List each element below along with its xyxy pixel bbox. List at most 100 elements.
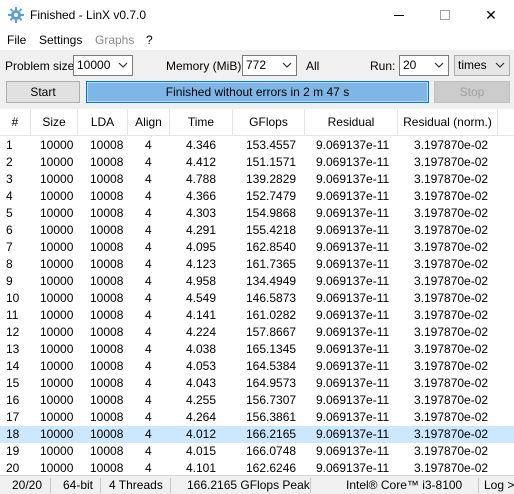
column-header-align[interactable]: Align xyxy=(128,109,170,136)
cell-align: 4 xyxy=(145,155,152,169)
column-header-size[interactable]: Size xyxy=(31,109,78,136)
close-button[interactable]: ✕ xyxy=(468,0,514,30)
cell-time: 4.346 xyxy=(186,138,217,152)
cell-lda: 10008 xyxy=(90,189,124,203)
log-button[interactable]: Log > xyxy=(484,476,514,494)
cell-residual-norm: 3.197870e-02 xyxy=(414,325,489,339)
start-button[interactable]: Start xyxy=(6,81,80,103)
cell-lda: 10008 xyxy=(90,291,124,305)
run-unit-select[interactable]: times xyxy=(454,55,510,76)
cell-index: 17 xyxy=(6,410,20,424)
table-row[interactable]: 16 10000 10008 4 4.255 156.7307 9.069137e-11 3.… xyxy=(0,392,514,409)
cell-size: 10000 xyxy=(40,291,74,305)
table-row[interactable]: 8 10000 10008 4 4.123 161.7365 9.069137e-11 3.1… xyxy=(0,256,514,273)
cell-time: 4.958 xyxy=(186,274,217,288)
progress-bar: Finished without errors in 2 m 47 s xyxy=(86,81,429,103)
cell-size: 10000 xyxy=(40,410,74,424)
table-row[interactable]: 1 10000 10008 4 4.346 153.4557 9.069137e-11 3.1… xyxy=(0,137,514,154)
maximize-button[interactable] xyxy=(422,0,468,30)
run-label: Run: xyxy=(370,59,396,73)
minimize-button[interactable] xyxy=(376,0,422,30)
table-row[interactable]: 12 10000 10008 4 4.224 157.8667 9.069137e-11 3.… xyxy=(0,324,514,341)
cell-size: 10000 xyxy=(40,257,74,271)
column-header-index[interactable]: # xyxy=(0,109,31,136)
cell-gflops: 146.5873 xyxy=(246,291,297,305)
table-row[interactable]: 13 10000 10008 4 4.038 165.1345 9.069137e-11 3.… xyxy=(0,341,514,358)
cell-size: 10000 xyxy=(40,223,74,237)
cell-size: 10000 xyxy=(40,189,74,203)
table-row[interactable]: 15 10000 10008 4 4.043 164.9573 9.069137e-11 3.… xyxy=(0,375,514,392)
table-row[interactable]: 14 10000 10008 4 4.053 164.5384 9.069137e-11 3.… xyxy=(0,358,514,375)
problem-size-label: Problem size: xyxy=(5,59,78,73)
table-row[interactable]: 7 10000 10008 4 4.095 162.8540 9.069137e-11 3.1… xyxy=(0,239,514,256)
cell-gflops: 139.2829 xyxy=(246,172,297,186)
cell-index: 12 xyxy=(6,325,20,339)
table-row[interactable]: 20 10000 10008 4 4.101 162.6246 9.069137e-11 3.… xyxy=(0,460,514,475)
table-row[interactable]: 10 10000 10008 4 4.549 146.5873 9.069137e-11 3.… xyxy=(0,290,514,307)
cell-gflops: 162.8540 xyxy=(246,240,297,254)
cell-residual-norm: 3.197870e-02 xyxy=(414,359,489,373)
cell-residual: 9.069137e-11 xyxy=(316,376,390,390)
cell-residual-norm: 3.197870e-02 xyxy=(414,240,489,254)
stop-button[interactable]: Stop xyxy=(434,81,510,103)
cell-size: 10000 xyxy=(40,274,74,288)
column-header-time[interactable]: Time xyxy=(170,109,233,136)
cell-residual-norm: 3.197870e-02 xyxy=(414,257,489,271)
cell-residual: 9.069137e-11 xyxy=(316,393,390,407)
table-row[interactable]: 6 10000 10008 4 4.291 155.4218 9.069137e-11 3.1… xyxy=(0,222,514,239)
maximize-icon xyxy=(440,10,450,20)
cell-size: 10000 xyxy=(40,342,74,356)
cell-index: 1 xyxy=(6,138,13,152)
column-header-residual-norm[interactable]: Residual (norm.) xyxy=(398,109,498,136)
cell-index: 6 xyxy=(6,223,13,237)
cell-gflops: 161.0282 xyxy=(246,308,297,322)
status-peak: 166.2165 GFlops Peak xyxy=(187,478,310,492)
table-row[interactable]: 2 10000 10008 4 4.412 151.1571 9.069137e-11 3.1… xyxy=(0,154,514,171)
cell-time: 4.053 xyxy=(186,359,217,373)
menu-settings[interactable]: Settings xyxy=(39,33,82,47)
run-count-select[interactable]: 20 xyxy=(399,55,449,76)
cell-time: 4.224 xyxy=(186,325,217,339)
memory-all-button[interactable]: All xyxy=(306,59,319,73)
cell-residual: 9.069137e-11 xyxy=(316,410,390,424)
cell-time: 4.788 xyxy=(186,172,217,186)
cell-size: 10000 xyxy=(40,155,74,169)
menu-file[interactable]: File xyxy=(7,33,26,47)
cell-residual: 9.069137e-11 xyxy=(316,240,390,254)
cell-size: 10000 xyxy=(40,172,74,186)
table-row[interactable]: 3 10000 10008 4 4.788 139.2829 9.069137e-11 3.1… xyxy=(0,171,514,188)
table-row[interactable]: 18 10000 10008 4 4.012 166.2165 9.069137e-11 3.… xyxy=(0,426,514,443)
table-row[interactable]: 11 10000 10008 4 4.141 161.0282 9.069137e-11 3.… xyxy=(0,307,514,324)
cell-lda: 10008 xyxy=(90,308,124,322)
status-bar: 20/20 64-bit 4 Threads 166.2165 GFlops P… xyxy=(0,475,514,494)
column-header-residual[interactable]: Residual xyxy=(305,109,398,136)
cell-align: 4 xyxy=(145,325,152,339)
menu-graphs[interactable]: Graphs xyxy=(95,33,134,47)
cell-residual-norm: 3.197870e-02 xyxy=(414,138,489,152)
cell-lda: 10008 xyxy=(90,376,124,390)
column-header-lda[interactable]: LDA xyxy=(78,109,128,136)
table-row[interactable]: 17 10000 10008 4 4.264 156.3861 9.069137e-11 3.… xyxy=(0,409,514,426)
table-row[interactable]: 4 10000 10008 4 4.366 152.7479 9.069137e-11 3.1… xyxy=(0,188,514,205)
cell-time: 4.366 xyxy=(186,189,217,203)
cell-residual: 9.069137e-11 xyxy=(316,223,390,237)
column-header-gflops[interactable]: GFlops xyxy=(233,109,305,136)
cell-residual: 9.069137e-11 xyxy=(316,189,390,203)
cell-index: 4 xyxy=(6,189,13,203)
cell-index: 16 xyxy=(6,393,20,407)
menu-help[interactable]: ? xyxy=(146,33,153,47)
cell-residual: 9.069137e-11 xyxy=(316,257,390,271)
cell-gflops: 166.0748 xyxy=(246,444,297,458)
cell-size: 10000 xyxy=(40,325,74,339)
cell-time: 4.123 xyxy=(186,257,217,271)
table-row[interactable]: 19 10000 10008 4 4.015 166.0748 9.069137e-11 3.… xyxy=(0,443,514,460)
problem-size-select[interactable]: 10000 xyxy=(73,55,133,76)
table-row[interactable]: 5 10000 10008 4 4.303 154.9868 9.069137e-11 3.1… xyxy=(0,205,514,222)
cell-residual: 9.069137e-11 xyxy=(316,206,390,220)
table-row[interactable]: 9 10000 10008 4 4.958 134.4949 9.069137e-11 3.1… xyxy=(0,273,514,290)
chevron-down-icon xyxy=(282,62,292,68)
cell-lda: 10008 xyxy=(90,410,124,424)
cell-lda: 10008 xyxy=(90,325,124,339)
cell-residual: 9.069137e-11 xyxy=(316,291,390,305)
memory-select[interactable]: 772 xyxy=(242,55,297,76)
